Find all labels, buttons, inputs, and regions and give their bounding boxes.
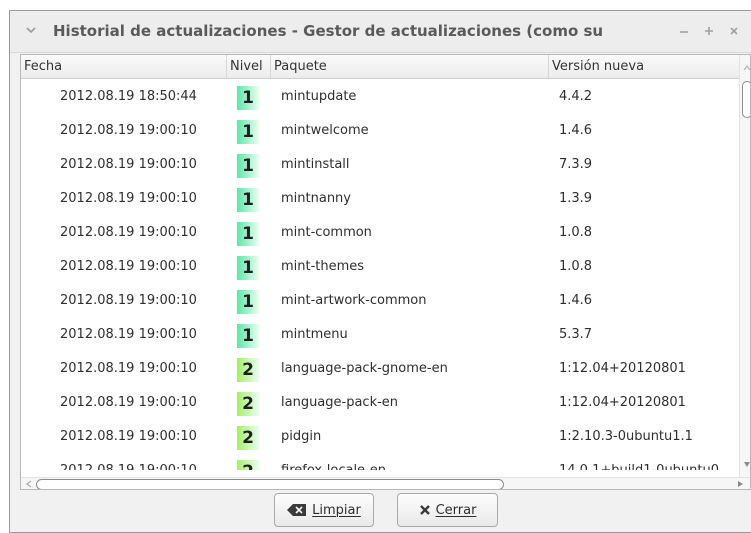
row-package: mintmenu	[281, 327, 348, 342]
row-version: 1:2.10.3-0ubuntu1.1	[559, 429, 693, 444]
row-version: 14.0.1+build1-0ubuntu0	[559, 454, 719, 470]
level-badge: 1	[237, 222, 259, 246]
row-date: 2012.08.19 19:00:10	[60, 454, 197, 470]
row-date: 2012.08.19 19:00:10	[60, 157, 197, 172]
clear-backspace-icon	[287, 504, 307, 516]
row-date: 2012.08.19 19:00:10	[60, 327, 197, 342]
level-badge: 2	[237, 358, 259, 382]
row-package: mint-themes	[281, 259, 365, 274]
level-badge: 1	[237, 324, 259, 348]
table-row[interactable]: 2012.08.19 19:00:10 1 mint-artwork-common 1…	[21, 284, 739, 318]
title-bar[interactable]: Historial de actualizaciones - Gestor de…	[10, 11, 751, 53]
minimize-icon[interactable]	[677, 24, 691, 38]
row-package: mint-artwork-common	[281, 293, 427, 308]
row-package: pidgin	[281, 429, 322, 444]
table-row[interactable]: 2012.08.19 19:00:10 2 language-pack-en 1:12…	[21, 386, 739, 420]
row-version: 1.0.8	[559, 225, 593, 240]
column-header-version[interactable]: Versión nueva	[549, 55, 739, 78]
row-package: mint-common	[281, 225, 372, 240]
row-date: 2012.08.19 19:00:10	[60, 395, 197, 410]
chevron-down-icon[interactable]	[24, 23, 38, 37]
level-badge: 2	[237, 392, 259, 416]
table-body: 2012.08.19 18:50:44 1 mintupdate 4.4.2 2012.…	[21, 80, 739, 470]
level-badge: 2	[237, 460, 259, 470]
row-date: 2012.08.19 19:00:10	[60, 123, 197, 138]
horizontal-scrollbar[interactable]	[21, 477, 750, 489]
table-row[interactable]: 2012.08.19 19:00:10 1 mint-common 1.0.8	[21, 216, 739, 250]
window-title: Historial de actualizaciones - Gestor de…	[53, 22, 604, 40]
row-date: 2012.08.19 18:50:44	[60, 89, 197, 104]
vertical-scrollbar[interactable]	[739, 55, 751, 477]
clear-button-label: Limpiar	[312, 502, 361, 518]
table-row[interactable]: 2012.08.19 19:00:10 2 pidgin 1:2.10.3-0ubun…	[21, 420, 739, 454]
table-row[interactable]: 2012.08.19 19:00:10 2 language-pack-gnome-…	[21, 352, 739, 386]
close-button[interactable]: Cerrar	[397, 493, 498, 527]
row-date: 2012.08.19 19:00:10	[60, 191, 197, 206]
column-header-level[interactable]: Nivel	[227, 55, 271, 78]
row-date: 2012.08.19 19:00:10	[60, 259, 197, 274]
table-row[interactable]: 2012.08.19 18:50:44 1 mintupdate 4.4.2	[21, 80, 739, 114]
row-version: 5.3.7	[559, 327, 593, 342]
row-package: mintwelcome	[281, 123, 369, 138]
level-badge: 1	[237, 154, 259, 178]
scroll-up-icon[interactable]	[743, 64, 751, 72]
row-version: 1.0.8	[559, 259, 593, 274]
table-row[interactable]: 2012.08.19 19:00:10 1 mintinstall 7.3.9	[21, 148, 739, 182]
scroll-right-icon[interactable]	[736, 480, 744, 488]
level-badge: 1	[237, 188, 259, 212]
table-row[interactable]: 2012.08.19 19:00:10 1 mintnanny 1.3.9	[21, 182, 739, 216]
table-row[interactable]: 2012.08.19 19:00:10 2 firefox-locale-en 14.…	[21, 454, 739, 470]
scroll-left-icon[interactable]	[25, 480, 33, 488]
scroll-down-icon[interactable]	[743, 460, 751, 468]
row-version: 1.4.6	[559, 293, 593, 308]
row-package: mintnanny	[281, 191, 351, 206]
history-table[interactable]: Fecha Nivel Paquete Versión nueva 2012.0…	[20, 54, 751, 490]
row-date: 2012.08.19 19:00:10	[60, 361, 197, 376]
horizontal-scroll-thumb[interactable]	[36, 479, 504, 489]
table-header: Fecha Nivel Paquete Versión nueva	[21, 55, 750, 79]
row-date: 2012.08.19 19:00:10	[60, 429, 197, 444]
row-package: language-pack-gnome-en	[281, 361, 448, 376]
row-package: mintupdate	[281, 89, 357, 104]
close-button-label: Cerrar	[435, 502, 477, 518]
vertical-scroll-thumb[interactable]	[742, 81, 750, 118]
row-version: 1.4.6	[559, 123, 593, 138]
row-package: mintinstall	[281, 157, 350, 172]
row-version: 4.4.2	[559, 89, 593, 104]
column-header-date[interactable]: Fecha	[21, 55, 227, 78]
clear-button[interactable]: Limpiar	[274, 493, 374, 527]
row-version: 1.3.9	[559, 191, 593, 206]
maximize-icon[interactable]	[702, 24, 716, 38]
table-row[interactable]: 2012.08.19 19:00:10 1 mint-themes 1.0.8	[21, 250, 739, 284]
row-version: 7.3.9	[559, 157, 593, 172]
row-date: 2012.08.19 19:00:10	[60, 225, 197, 240]
table-row[interactable]: 2012.08.19 19:00:10 1 mintmenu 5.3.7	[21, 318, 739, 352]
level-badge: 1	[237, 290, 259, 314]
level-badge: 2	[237, 426, 259, 450]
row-version: 1:12.04+20120801	[559, 361, 686, 376]
table-row[interactable]: 2012.08.19 19:00:10 1 mintwelcome 1.4.6	[21, 114, 739, 148]
row-package: language-pack-en	[281, 395, 399, 410]
row-version: 1:12.04+20120801	[559, 395, 686, 410]
level-badge: 1	[237, 256, 259, 280]
row-date: 2012.08.19 19:00:10	[60, 293, 197, 308]
close-icon[interactable]	[727, 24, 741, 38]
close-x-icon	[419, 505, 430, 515]
column-header-package[interactable]: Paquete	[271, 55, 549, 78]
row-package: firefox-locale-en	[281, 454, 386, 470]
level-badge: 1	[237, 120, 259, 144]
level-badge: 1	[237, 86, 259, 110]
update-history-window: Historial de actualizaciones - Gestor de…	[9, 10, 751, 533]
